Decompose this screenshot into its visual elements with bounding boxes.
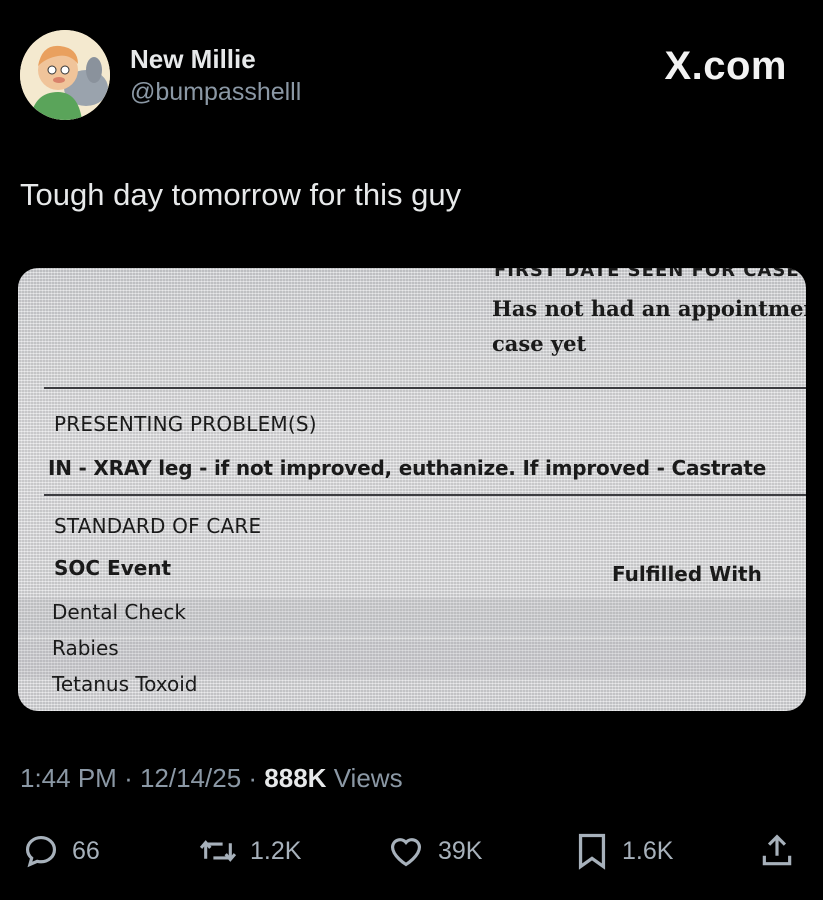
avatar[interactable] [20,30,110,120]
share-icon [762,834,792,866]
views-label: Views [333,763,403,793]
soc-item: Tetanus Toxoid [52,672,198,696]
soc-item: Dental Check [52,600,186,624]
presenting-problem-text: IN - XRAY leg - if not improved, euthani… [48,456,767,480]
views-count: 888K [264,763,327,793]
separator-dot: · [124,763,140,793]
author-info[interactable]: New Millie @bumpasshelll [130,44,301,108]
display-name[interactable]: New Millie [130,44,301,74]
divider [44,387,806,389]
user-handle[interactable]: @bumpasshelll [130,76,301,108]
reply-icon [25,835,57,868]
soc-event-header: SOC Event [54,556,172,580]
soc-item: Rabies [52,636,119,660]
tweet-text: Tough day tomorrow for this guy [20,177,462,212]
reply-button[interactable]: 66 [22,828,100,874]
brand-logo: X.com [664,44,787,88]
reply-count: 66 [72,836,100,865]
like-count: 39K [438,836,483,865]
tweet-media-image[interactable]: FIRST DATE SEEN FOR CASE Has not had an … [18,268,806,711]
cartoon-avatar-icon [20,30,110,120]
appointment-line: case yet [492,331,587,356]
heart-icon [390,838,422,867]
bookmark-count: 1.6K [622,836,674,865]
separator-dot: · [248,763,265,793]
action-bar: 66 1.2K 39K 1.6K [0,828,823,878]
timestamp-time[interactable]: 1:44 PM [20,763,117,793]
timestamp-date[interactable]: 12/14/25 [140,763,241,793]
share-button[interactable] [758,828,796,874]
repost-icon [199,840,237,862]
tweet-metadata: 1:44 PM · 12/14/25 · 888K Views [20,763,403,794]
repost-button[interactable]: 1.2K [198,828,301,874]
standard-of-care-label: STANDARD OF CARE [54,514,262,538]
repost-count: 1.2K [250,836,302,865]
presenting-problem-label: PRESENTING PROBLEM(S) [54,412,317,436]
bookmark-button[interactable]: 1.6K [574,828,673,874]
appointment-line: Has not had an appointmen [492,296,806,321]
like-button[interactable]: 39K [386,828,482,874]
tweet-header: New Millie @bumpasshelll X.com [20,30,803,125]
divider [44,494,806,496]
cut-heading: FIRST DATE SEEN FOR CASE [494,268,800,281]
bookmark-icon [578,833,606,870]
fulfilled-with-header: Fulfilled With [612,562,762,586]
